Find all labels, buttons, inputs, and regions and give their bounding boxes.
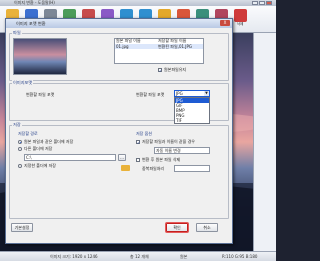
format-convert-dialog: 이미지 포맷 변환 X 파일 원본 파일 이름 저장할 파일 이름 01.jpg… <box>5 18 233 244</box>
keep-original-checkbox[interactable]: ✓ <box>158 68 162 73</box>
opt-overwrite-value: 자동 이름 변경 <box>156 148 181 153</box>
dialog-close-button[interactable]: X <box>220 20 230 26</box>
toolbar-label: 삭제 <box>236 22 244 26</box>
delete-icon <box>233 9 247 22</box>
ok-button[interactable]: 확인 <box>166 223 188 232</box>
opt-numbering-select[interactable] <box>174 165 210 172</box>
save-other-radio[interactable] <box>18 147 22 151</box>
format-select-value: JPG <box>176 91 183 96</box>
dialog-titlebar: 이미지 포맷 변환 X <box>6 19 232 28</box>
folder-icon <box>121 165 130 171</box>
format-group-label: 이미지포맷 <box>12 80 34 86</box>
file-group-label: 파일 <box>12 30 22 36</box>
minimize-button[interactable] <box>252 1 258 5</box>
file-thumbnail <box>13 38 67 75</box>
save-other-label: 다른 폴더에 저장 <box>24 146 53 151</box>
browse-button[interactable]: ... <box>118 154 126 161</box>
opt-numbering-label: 중복파일처리 <box>142 166 165 171</box>
save-new-folder-label: 지정한 폴더에 저장 <box>24 163 56 168</box>
close-window-button[interactable] <box>266 1 272 5</box>
save-same-label: 원본 파일과 같은 폴더에 저장 <box>24 139 74 144</box>
format-select[interactable]: JPG ▼ <box>174 90 210 97</box>
toolbar-button-12[interactable]: 삭제 <box>230 8 250 30</box>
chevron-down-icon[interactable]: ▼ <box>204 91 209 96</box>
format-dropdown-list: JPG GIF BMP PNG TIF <box>174 97 210 124</box>
save-path-value: C:\ <box>26 155 32 160</box>
save-path-label: 저장할 경로 <box>18 131 38 136</box>
format-target-label: 변환할 파일 포맷 <box>136 92 165 97</box>
opt-overwrite-label: 저장할 파일과 이름이 같을 경우 <box>142 139 195 144</box>
opt-quality-label: 변환 후 원본 파일 삭제 <box>142 157 181 162</box>
format-current-label: 변환할 파일 포맷 <box>26 92 55 97</box>
maximize-button[interactable] <box>259 1 265 5</box>
file-new-name: 변환된 파일,01.JPG <box>158 44 192 49</box>
keep-original-label: 원본파일유지 <box>164 67 187 72</box>
file-original-name: 01.jpg <box>116 44 129 49</box>
format-option[interactable]: TIF <box>175 118 209 123</box>
opt-overwrite-select[interactable]: 자동 이름 변경 <box>154 147 210 154</box>
save-group-label: 저장 <box>12 122 22 128</box>
save-same-radio[interactable] <box>18 140 22 144</box>
dialog-title: 이미지 포맷 변환 <box>16 21 46 26</box>
opt-overwrite-checkbox[interactable]: ✓ <box>136 140 140 145</box>
cancel-button[interactable]: 취소 <box>196 223 218 232</box>
save-path-input[interactable]: C:\ <box>24 154 116 161</box>
side-pane <box>253 33 276 251</box>
save-new-folder-radio[interactable] <box>18 164 22 168</box>
options-label: 저장 옵션 <box>136 131 152 136</box>
reset-button[interactable]: 기본설정 <box>11 223 33 232</box>
opt-quality-checkbox[interactable] <box>136 158 140 162</box>
